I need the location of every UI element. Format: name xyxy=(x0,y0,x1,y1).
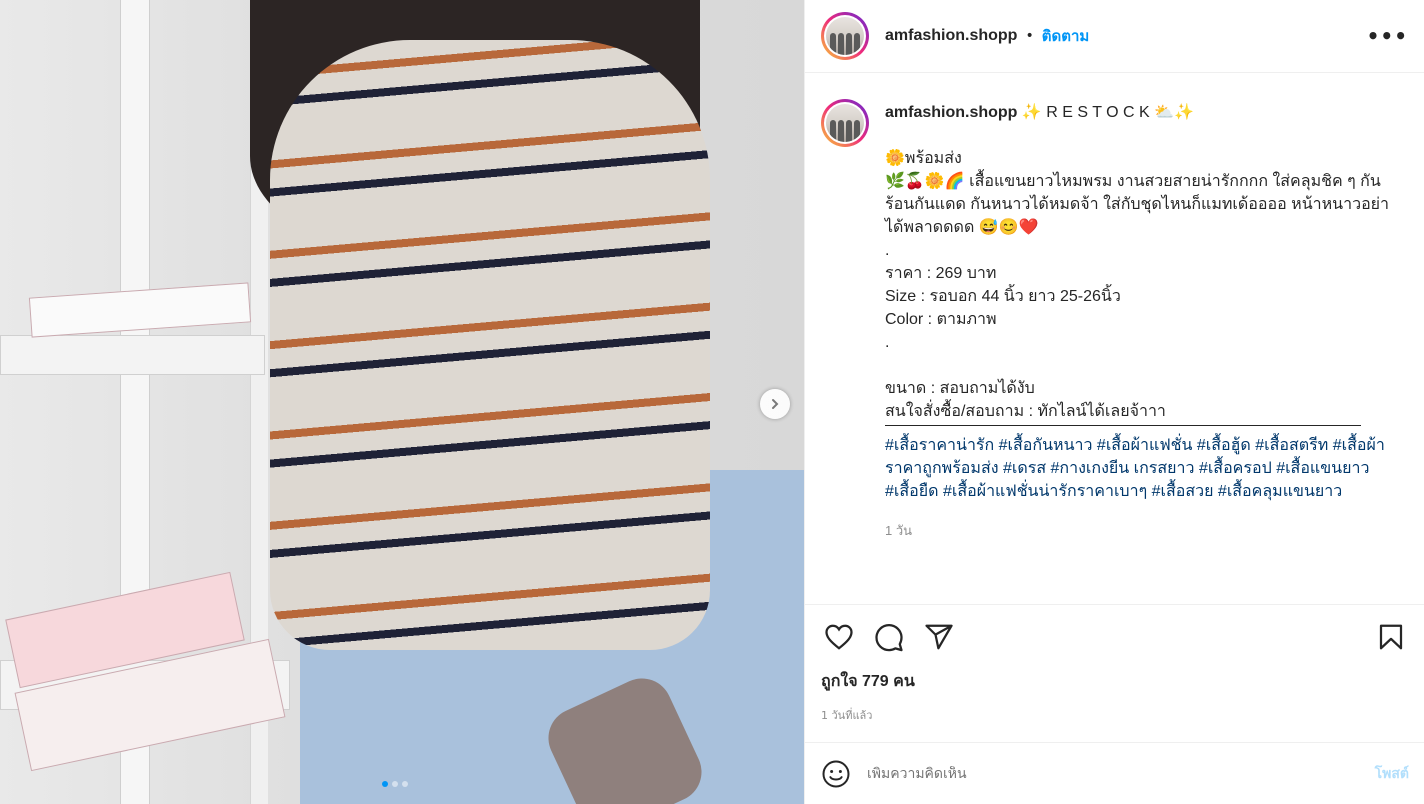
follow-button[interactable]: ติดตาม xyxy=(1042,24,1090,48)
post-header: amfashion.shopp • ติดตาม ••• xyxy=(805,0,1424,73)
shelf xyxy=(0,335,265,375)
share-icon xyxy=(925,624,953,650)
comment-input[interactable] xyxy=(867,765,1375,782)
likes-count[interactable]: ถูกใจ 779 คน xyxy=(821,669,1409,694)
carousel-dot xyxy=(392,781,398,787)
post-actions: ถูกใจ 779 คน 1 วันที่แล้ว xyxy=(805,604,1424,724)
caption-line: 🌼พร้อมส่ง xyxy=(885,150,962,167)
caption-username[interactable]: amfashion.shopp xyxy=(885,104,1017,121)
caption-line: . xyxy=(885,242,890,259)
more-icon[interactable]: ••• xyxy=(1367,24,1408,48)
caption-line: . xyxy=(885,334,890,351)
caption-headline: ✨ R E S T O C K ⛅✨ xyxy=(1017,104,1194,121)
striped-sweater xyxy=(270,40,710,650)
post-time: 1 วันที่แล้ว xyxy=(821,709,873,722)
emoji-icon xyxy=(822,760,850,787)
post-photo[interactable] xyxy=(0,0,804,804)
separator-dot: • xyxy=(1025,28,1034,44)
caption-text: amfashion.shopp ✨ R E S T O C K ⛅✨ 🌼พร้อ… xyxy=(885,99,1397,542)
chevron-right-icon xyxy=(772,399,779,409)
caption-divider xyxy=(885,425,1361,426)
share-button[interactable] xyxy=(921,619,957,655)
caption-line: 🌿🍒🌼🌈 เสื้อแขนยาวไหมพรม งานสวยสายน่ารักกก… xyxy=(885,173,1390,236)
next-slide-button[interactable] xyxy=(760,389,790,419)
caption-line: Color : ตามภาพ xyxy=(885,311,997,328)
caption-time: 1 วัน xyxy=(885,523,913,538)
like-button[interactable] xyxy=(821,619,857,655)
carousel-dot xyxy=(382,781,388,787)
carousel-dot xyxy=(402,781,408,787)
caption-line: Size : รอบอก 44 นิ้ว ยาว 25-26นิ้ว xyxy=(885,288,1121,305)
hashtags[interactable]: #เสื้อราคาน่ารัก #เสื้อกันหนาว #เสื้อผ้า… xyxy=(885,434,1397,503)
save-button[interactable] xyxy=(1373,619,1409,655)
caption-scroll[interactable]: amfashion.shopp ✨ R E S T O C K ⛅✨ 🌼พร้อ… xyxy=(805,73,1424,603)
post-panel: amfashion.shopp • ติดตาม ••• amfashion.s… xyxy=(804,0,1424,804)
caption-line: ขนาด : สอบถามได้งับ xyxy=(885,380,1035,397)
emoji-button[interactable] xyxy=(821,759,851,789)
caption-line: สนใจสั่งซื้อ/สอบถาม : ทักไลน์ได้เลยจ้าาา xyxy=(885,403,1166,420)
magazine xyxy=(28,282,252,338)
comment-bar: โพสต์ xyxy=(805,742,1424,804)
avatar[interactable] xyxy=(821,12,869,60)
post-comment-button[interactable]: โพสต์ xyxy=(1375,763,1409,785)
heart-icon xyxy=(825,624,853,650)
comment-icon xyxy=(875,624,903,652)
bookmark-icon xyxy=(1379,624,1403,650)
caption-line: ราคา : 269 บาท xyxy=(885,265,997,282)
caption-avatar[interactable] xyxy=(821,99,869,147)
username-link[interactable]: amfashion.shopp xyxy=(885,27,1017,45)
caption-line xyxy=(885,354,1397,377)
carousel-indicator xyxy=(382,781,408,787)
comment-button[interactable] xyxy=(871,619,907,655)
